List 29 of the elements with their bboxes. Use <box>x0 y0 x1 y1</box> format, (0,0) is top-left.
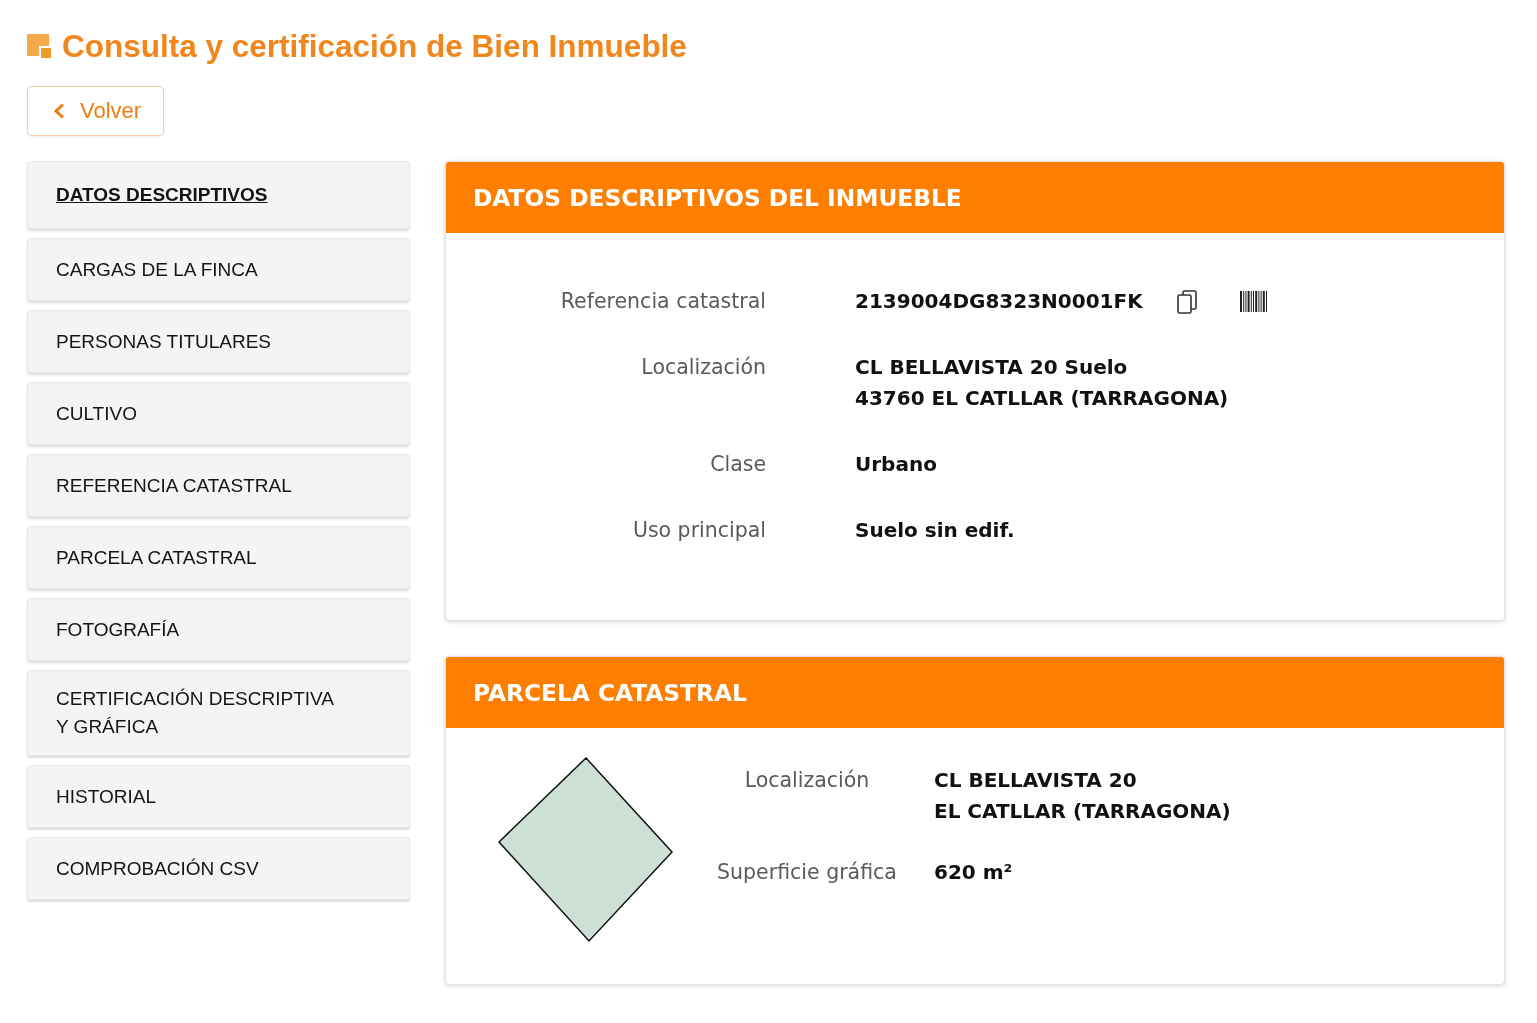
sidebar-item[interactable]: FOTOGRAFÍA <box>27 598 410 661</box>
sidebar-item[interactable]: HISTORIAL <box>27 765 410 828</box>
field-value: CL BELLAVISTA 20 Suelo 43760 EL CATLLAR (TARRAGONA) <box>855 354 1229 412</box>
sidebar-item[interactable]: REFERENCIA CATASTRAL <box>27 454 410 517</box>
sidebar-item[interactable]: DATOS DESCRIPTIVOS <box>27 161 410 229</box>
field-label: Uso principal <box>631 517 766 544</box>
squares-icon <box>27 34 51 58</box>
field-value: Suelo sin edif. <box>855 517 1015 544</box>
field-value: 620 m² <box>934 859 1013 886</box>
barcode-icon[interactable] <box>1239 291 1268 312</box>
sidebar-item[interactable]: COMPROBACIÓN CSV <box>27 837 410 900</box>
card-title: DATOS DESCRIPTIVOS DEL INMUEBLE <box>473 182 962 213</box>
sidebar-item[interactable]: PARCELA CATASTRAL <box>27 526 410 589</box>
field-label: Localización <box>743 767 871 794</box>
copy-icon[interactable] <box>1176 289 1197 314</box>
field-value: Urbano <box>855 451 937 478</box>
field-value: 2139004DG8323N0001FK <box>855 288 1143 315</box>
card-title: PARCELA CATASTRAL <box>473 677 747 708</box>
field-label: Localización <box>640 354 766 381</box>
sidebar-item[interactable]: PERSONAS TITULARES <box>27 310 410 373</box>
field-value: CL BELLAVISTA 20 EL CATLLAR (TARRAGONA) <box>934 767 1231 825</box>
page-title: Consulta y certificación de Bien Inmueble <box>62 27 687 66</box>
field-label: Referencia catastral <box>559 288 766 315</box>
sidebar-item[interactable]: CERTIFICACIÓN DESCRIPTIVA Y GRÁFICA <box>27 670 410 756</box>
chevron-left-icon <box>53 103 65 119</box>
sidebar-item[interactable]: CULTIVO <box>27 382 410 445</box>
sidebar-item[interactable]: CARGAS DE LA FINCA <box>27 238 410 301</box>
field-label: Clase <box>709 451 766 478</box>
field-label: Superficie gráfica <box>716 859 898 886</box>
